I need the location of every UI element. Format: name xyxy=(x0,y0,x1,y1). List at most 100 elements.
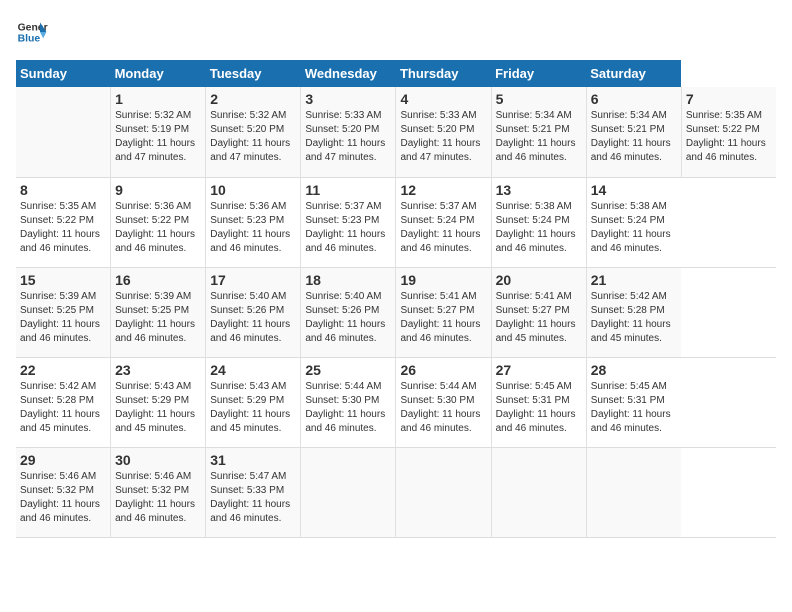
day-info: Sunrise: 5:36 AM Sunset: 5:23 PM Dayligh… xyxy=(210,200,296,256)
calendar-cell: 30 Sunrise: 5:46 AM Sunset: 5:32 PM Dayli… xyxy=(111,447,206,537)
day-info: Sunrise: 5:41 AM Sunset: 5:27 PM Dayligh… xyxy=(400,290,486,346)
day-info: Sunrise: 5:43 AM Sunset: 5:29 PM Dayligh… xyxy=(115,380,201,436)
day-info: Sunrise: 5:44 AM Sunset: 5:30 PM Dayligh… xyxy=(400,380,486,436)
svg-text:Blue: Blue xyxy=(18,34,41,45)
day-number: 1 xyxy=(115,91,201,107)
calendar-cell: 28 Sunrise: 5:45 AM Sunset: 5:31 PM Dayli… xyxy=(586,357,681,447)
day-info: Sunrise: 5:41 AM Sunset: 5:27 PM Dayligh… xyxy=(496,290,582,346)
day-info: Sunrise: 5:43 AM Sunset: 5:29 PM Dayligh… xyxy=(210,380,296,436)
day-number: 6 xyxy=(591,91,677,107)
day-number: 8 xyxy=(20,182,106,198)
calendar-cell xyxy=(396,447,491,537)
day-number: 31 xyxy=(210,452,296,468)
day-info: Sunrise: 5:45 AM Sunset: 5:31 PM Dayligh… xyxy=(591,380,678,436)
week-row-5: 29Sunrise: 5:46 AM Sunset: 5:32 PM Dayli… xyxy=(16,447,776,537)
calendar-cell: 16Sunrise: 5:39 AM Sunset: 5:25 PM Dayli… xyxy=(111,267,206,357)
header-friday: Friday xyxy=(491,60,586,87)
day-number: 30 xyxy=(115,452,201,468)
day-number: 2 xyxy=(210,91,296,107)
day-number: 27 xyxy=(496,362,582,378)
day-info: Sunrise: 5:46 AM Sunset: 5:32 PM Dayligh… xyxy=(20,470,106,526)
day-info: Sunrise: 5:34 AM Sunset: 5:21 PM Dayligh… xyxy=(496,109,582,165)
day-number: 13 xyxy=(496,182,582,198)
calendar-cell: 5 Sunrise: 5:34 AM Sunset: 5:21 PM Daylig… xyxy=(491,87,586,177)
day-number: 23 xyxy=(115,362,201,378)
calendar-cell: 8 Sunrise: 5:35 AM Sunset: 5:22 PM Daylig… xyxy=(16,177,111,267)
calendar-cell: 7Sunrise: 5:35 AM Sunset: 5:22 PM Daylig… xyxy=(681,87,776,177)
day-info: Sunrise: 5:39 AM Sunset: 5:25 PM Dayligh… xyxy=(20,290,106,346)
day-info: Sunrise: 5:32 AM Sunset: 5:19 PM Dayligh… xyxy=(115,109,201,165)
day-info: Sunrise: 5:37 AM Sunset: 5:23 PM Dayligh… xyxy=(305,200,391,256)
calendar-cell: 29Sunrise: 5:46 AM Sunset: 5:32 PM Dayli… xyxy=(16,447,111,537)
header-saturday: Saturday xyxy=(586,60,681,87)
calendar-cell: 31 Sunrise: 5:47 AM Sunset: 5:33 PM Dayli… xyxy=(206,447,301,537)
day-number: 14 xyxy=(591,182,678,198)
day-number: 9 xyxy=(115,182,201,198)
calendar-cell: 14 Sunrise: 5:38 AM Sunset: 5:24 PM Dayli… xyxy=(586,177,681,267)
calendar-table: SundayMondayTuesdayWednesdayThursdayFrid… xyxy=(16,60,776,538)
calendar-cell: 24 Sunrise: 5:43 AM Sunset: 5:29 PM Dayli… xyxy=(206,357,301,447)
day-number: 17 xyxy=(210,272,296,288)
week-row-3: 15 Sunrise: 5:39 AM Sunset: 5:25 PM Dayli… xyxy=(16,267,776,357)
day-info: Sunrise: 5:38 AM Sunset: 5:24 PM Dayligh… xyxy=(591,200,678,256)
day-number: 21 xyxy=(591,272,678,288)
page-header: General Blue xyxy=(16,16,776,48)
week-row-4: 22 Sunrise: 5:42 AM Sunset: 5:28 PM Dayli… xyxy=(16,357,776,447)
day-info: Sunrise: 5:32 AM Sunset: 5:20 PM Dayligh… xyxy=(210,109,296,165)
calendar-cell: 23 Sunrise: 5:43 AM Sunset: 5:29 PM Dayli… xyxy=(111,357,206,447)
day-info: Sunrise: 5:40 AM Sunset: 5:26 PM Dayligh… xyxy=(210,290,296,346)
day-info: Sunrise: 5:46 AM Sunset: 5:32 PM Dayligh… xyxy=(115,470,201,526)
header-thursday: Thursday xyxy=(396,60,491,87)
day-number: 18 xyxy=(305,272,391,288)
header-sunday: Sunday xyxy=(16,60,111,87)
day-info: Sunrise: 5:34 AM Sunset: 5:21 PM Dayligh… xyxy=(591,109,677,165)
calendar-cell: 13 Sunrise: 5:38 AM Sunset: 5:24 PM Dayli… xyxy=(491,177,586,267)
day-info: Sunrise: 5:39 AM Sunset: 5:25 PM Dayligh… xyxy=(115,290,201,346)
day-info: Sunrise: 5:35 AM Sunset: 5:22 PM Dayligh… xyxy=(686,109,772,165)
day-info: Sunrise: 5:36 AM Sunset: 5:22 PM Dayligh… xyxy=(115,200,201,256)
calendar-cell: 2 Sunrise: 5:32 AM Sunset: 5:20 PM Daylig… xyxy=(206,87,301,177)
day-info: Sunrise: 5:44 AM Sunset: 5:30 PM Dayligh… xyxy=(305,380,391,436)
day-number: 5 xyxy=(496,91,582,107)
calendar-cell xyxy=(491,447,586,537)
calendar-cell: 9 Sunrise: 5:36 AM Sunset: 5:22 PM Daylig… xyxy=(111,177,206,267)
calendar-cell: 17 Sunrise: 5:40 AM Sunset: 5:26 PM Dayli… xyxy=(206,267,301,357)
day-info: Sunrise: 5:42 AM Sunset: 5:28 PM Dayligh… xyxy=(20,380,106,436)
logo: General Blue xyxy=(16,16,48,48)
day-number: 22 xyxy=(20,362,106,378)
calendar-cell: 27Sunrise: 5:45 AM Sunset: 5:31 PM Dayli… xyxy=(491,357,586,447)
calendar-cell: 18 Sunrise: 5:40 AM Sunset: 5:26 PM Dayli… xyxy=(301,267,396,357)
calendar-cell xyxy=(586,447,681,537)
calendar-cell xyxy=(301,447,396,537)
calendar-cell: 3 Sunrise: 5:33 AM Sunset: 5:20 PM Daylig… xyxy=(301,87,396,177)
day-number: 25 xyxy=(305,362,391,378)
week-row-1: 1 Sunrise: 5:32 AM Sunset: 5:19 PM Daylig… xyxy=(16,87,776,177)
day-number: 3 xyxy=(305,91,391,107)
day-info: Sunrise: 5:38 AM Sunset: 5:24 PM Dayligh… xyxy=(496,200,582,256)
day-number: 26 xyxy=(400,362,486,378)
logo-icon: General Blue xyxy=(16,16,48,48)
calendar-cell: 15 Sunrise: 5:39 AM Sunset: 5:25 PM Dayli… xyxy=(16,267,111,357)
calendar-cell xyxy=(16,87,111,177)
calendar-cell: 10 Sunrise: 5:36 AM Sunset: 5:23 PM Dayli… xyxy=(206,177,301,267)
calendar-cell: 26 Sunrise: 5:44 AM Sunset: 5:30 PM Dayli… xyxy=(396,357,491,447)
calendar-cell: 25 Sunrise: 5:44 AM Sunset: 5:30 PM Dayli… xyxy=(301,357,396,447)
header-row: SundayMondayTuesdayWednesdayThursdayFrid… xyxy=(16,60,776,87)
day-info: Sunrise: 5:33 AM Sunset: 5:20 PM Dayligh… xyxy=(400,109,486,165)
calendar-cell: 6 Sunrise: 5:34 AM Sunset: 5:21 PM Daylig… xyxy=(586,87,681,177)
day-number: 15 xyxy=(20,272,106,288)
calendar-cell: 21 Sunrise: 5:42 AM Sunset: 5:28 PM Dayli… xyxy=(586,267,681,357)
calendar-cell: 22 Sunrise: 5:42 AM Sunset: 5:28 PM Dayli… xyxy=(16,357,111,447)
day-info: Sunrise: 5:37 AM Sunset: 5:24 PM Dayligh… xyxy=(400,200,486,256)
day-number: 24 xyxy=(210,362,296,378)
day-number: 28 xyxy=(591,362,678,378)
day-number: 10 xyxy=(210,182,296,198)
day-info: Sunrise: 5:47 AM Sunset: 5:33 PM Dayligh… xyxy=(210,470,296,526)
day-info: Sunrise: 5:35 AM Sunset: 5:22 PM Dayligh… xyxy=(20,200,106,256)
day-number: 20 xyxy=(496,272,582,288)
day-info: Sunrise: 5:33 AM Sunset: 5:20 PM Dayligh… xyxy=(305,109,391,165)
calendar-cell: 19 Sunrise: 5:41 AM Sunset: 5:27 PM Dayli… xyxy=(396,267,491,357)
day-info: Sunrise: 5:40 AM Sunset: 5:26 PM Dayligh… xyxy=(305,290,391,346)
day-info: Sunrise: 5:42 AM Sunset: 5:28 PM Dayligh… xyxy=(591,290,678,346)
day-number: 19 xyxy=(400,272,486,288)
